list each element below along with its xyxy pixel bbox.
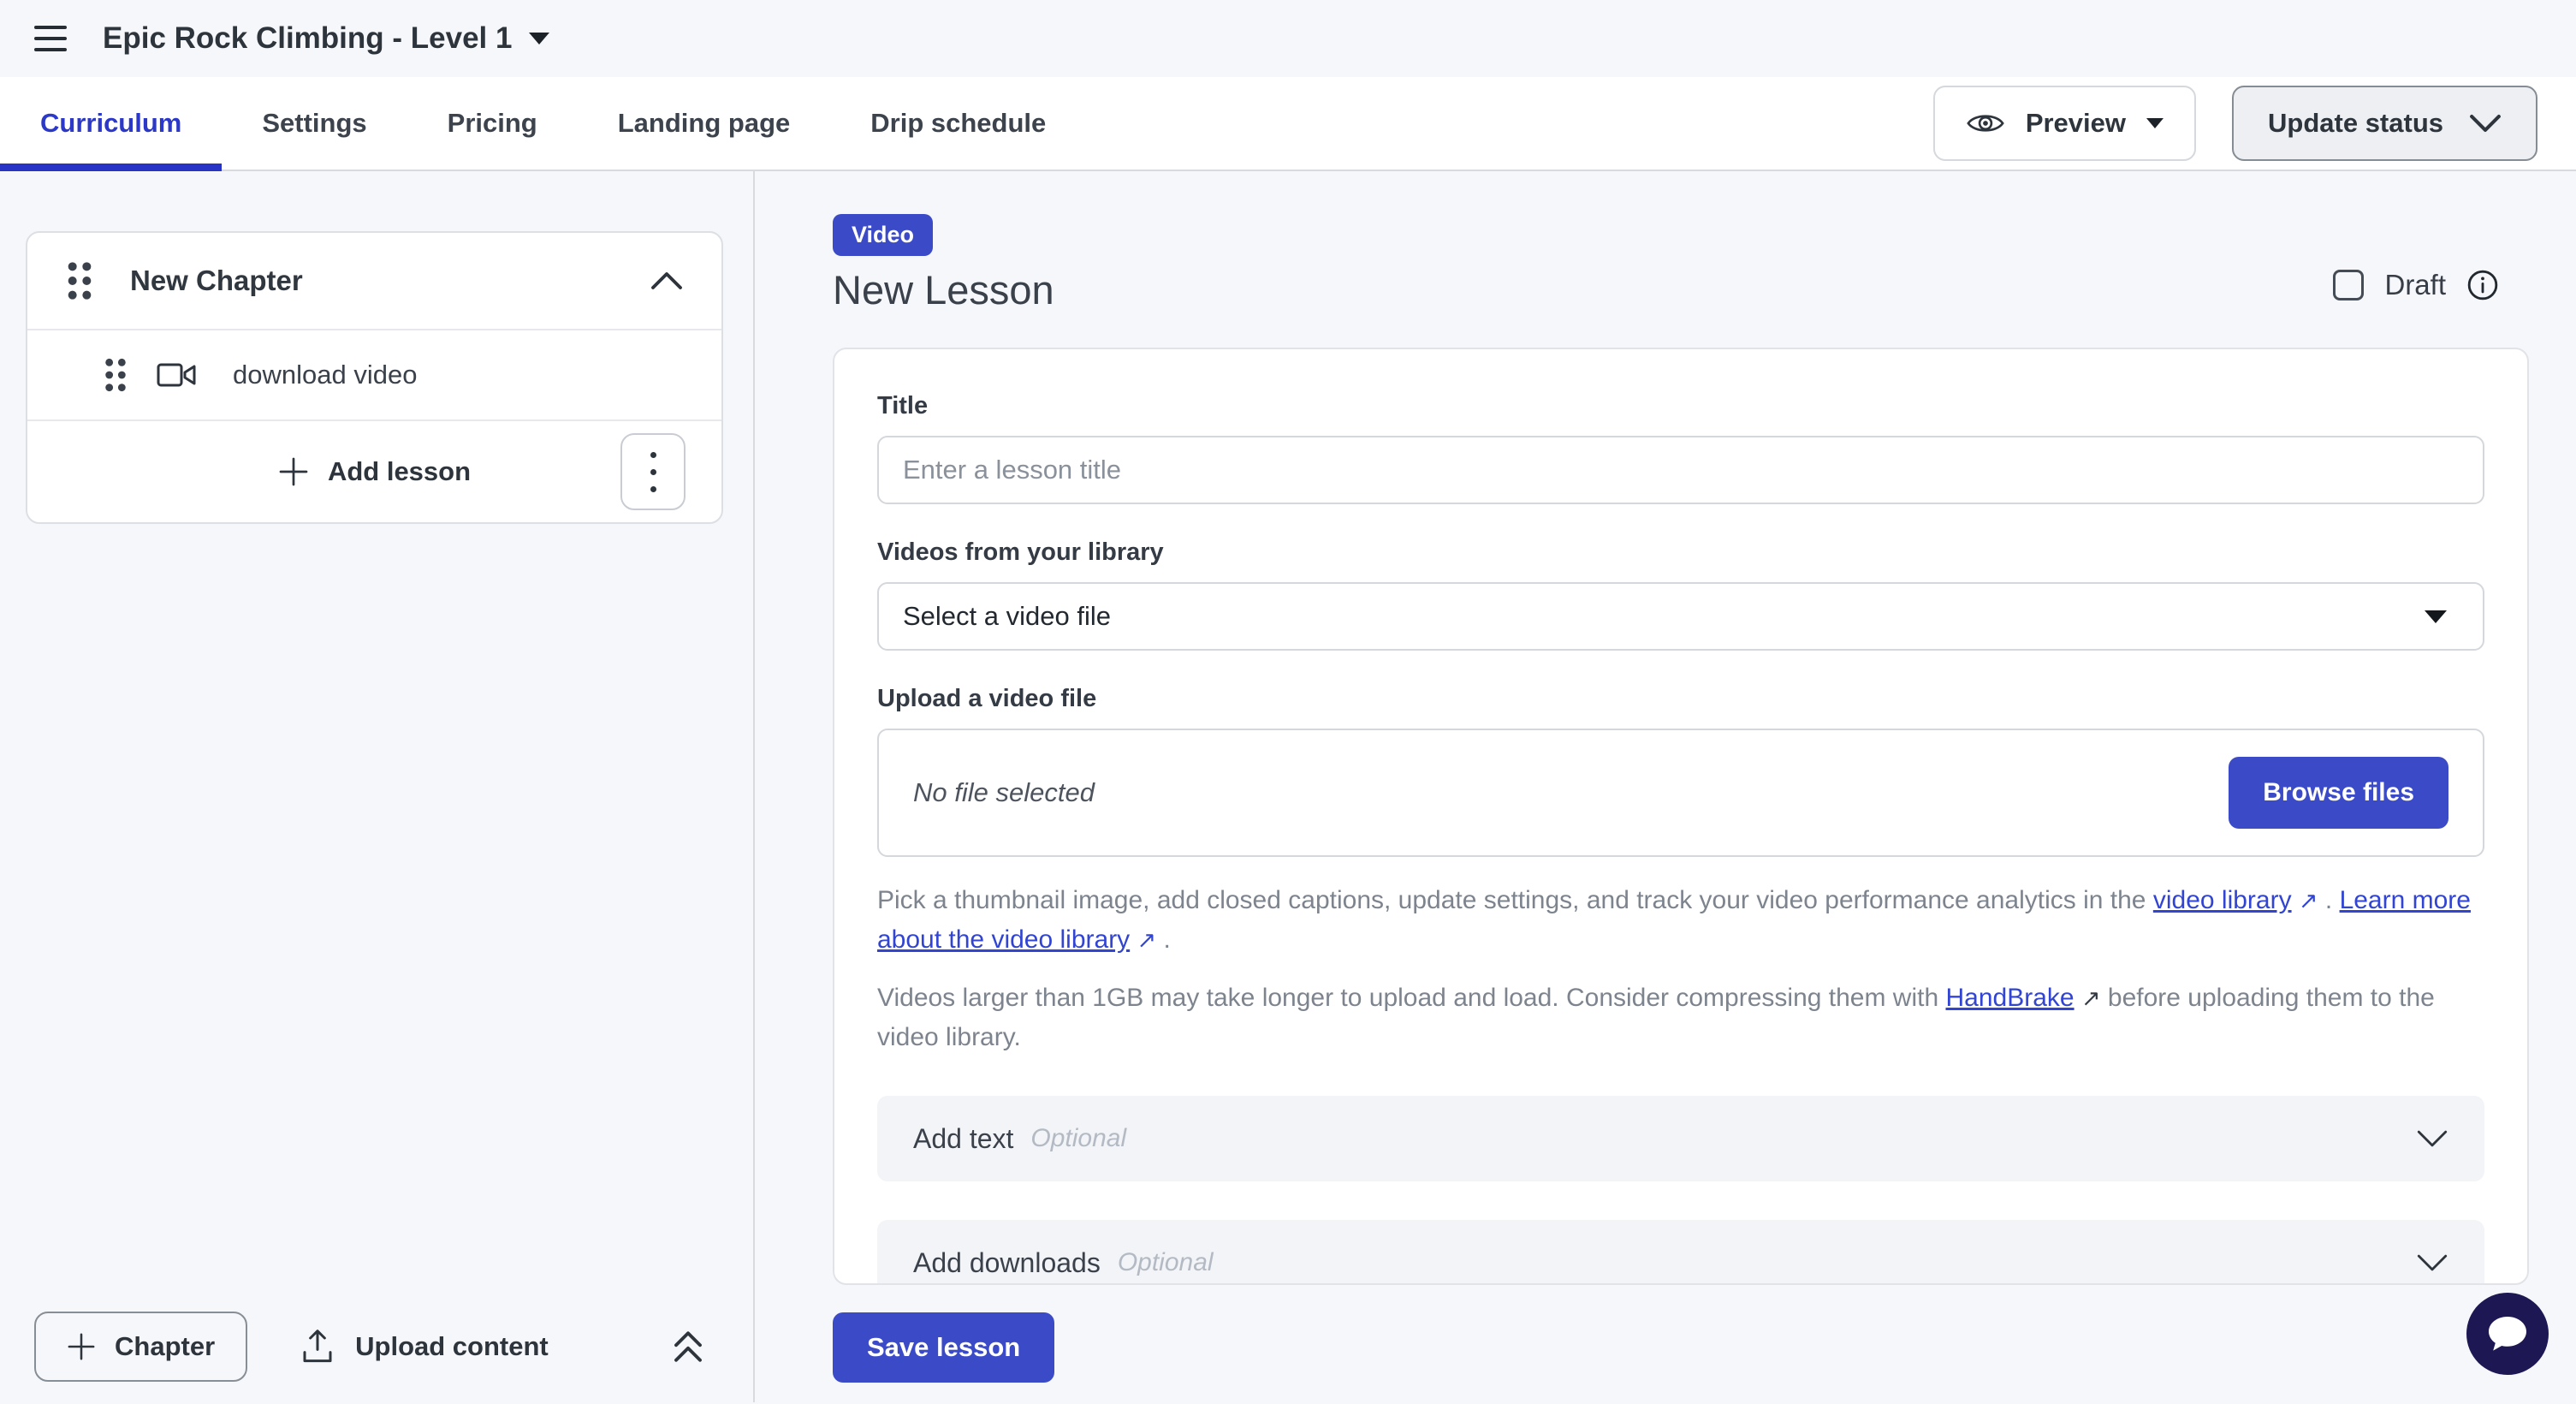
collapse-all-button[interactable] [670, 1327, 706, 1366]
update-status-button[interactable]: Update status [2232, 86, 2537, 161]
chapter-title: New Chapter [130, 265, 614, 297]
caret-down-icon [2425, 610, 2447, 623]
optional-label: Optional [1030, 1124, 1126, 1153]
topbar: Epic Rock Climbing - Level 1 [0, 0, 2576, 77]
lesson-type-badge: Video [833, 214, 933, 256]
tab-drip-schedule[interactable]: Drip schedule [830, 77, 1086, 170]
save-lesson-button[interactable]: Save lesson [833, 1312, 1054, 1383]
double-chevron-up-icon [670, 1327, 706, 1366]
add-chapter-button[interactable]: Chapter [34, 1312, 247, 1382]
chevron-up-icon[interactable] [650, 271, 684, 291]
plus-icon [278, 456, 309, 487]
browse-files-button[interactable]: Browse files [2229, 757, 2448, 829]
video-library-select[interactable]: Select a video file [877, 582, 2484, 651]
video-library-help-text: Pick a thumbnail image, add closed capti… [877, 881, 2484, 960]
update-status-label: Update status [2268, 108, 2443, 139]
tab-label: Pricing [448, 108, 537, 139]
tabbar-spacer [1086, 77, 1933, 170]
lesson-editor: Video New Lesson Draft Title [755, 171, 2576, 1402]
course-title-dropdown[interactable]: Epic Rock Climbing - Level 1 [103, 21, 549, 56]
draft-label: Draft [2384, 269, 2446, 301]
optional-label: Optional [1118, 1248, 1214, 1277]
lesson-title-input[interactable] [877, 436, 2484, 504]
content-layout: New Chapter [0, 171, 2576, 1402]
tab-label: Landing page [618, 108, 791, 139]
tab-bar: Curriculum Settings Pricing Landing page… [0, 77, 2576, 171]
caret-down-icon [529, 33, 549, 45]
eye-icon [1966, 110, 2005, 137]
drag-handle-icon[interactable] [65, 259, 94, 302]
tab-label: Settings [262, 108, 366, 139]
drag-handle-icon[interactable] [103, 356, 128, 394]
handbrake-link[interactable]: HandBrake [1946, 984, 2074, 1012]
lesson-item[interactable]: download video [27, 330, 721, 419]
library-field-label: Videos from your library [877, 538, 2484, 567]
video-library-link[interactable]: video library [2153, 886, 2292, 914]
upload-content-button[interactable]: Upload content [300, 1328, 549, 1365]
curriculum-sidebar: New Chapter [0, 171, 755, 1402]
chevron-down-icon [2416, 1253, 2448, 1272]
video-camera-icon [156, 360, 197, 390]
preview-button[interactable]: Preview [1933, 86, 2196, 161]
lesson-title: download video [233, 360, 417, 390]
upload-field-group: Upload a video file No file selected Bro… [877, 685, 2484, 857]
page-title: New Lesson [833, 266, 1054, 313]
chapter-options-button[interactable] [620, 433, 686, 510]
help-text-segment: . [2318, 886, 2340, 914]
lesson-heading-group: Video New Lesson [833, 214, 1054, 313]
caret-down-icon [2146, 118, 2163, 128]
chevron-down-icon [2416, 1129, 2448, 1148]
add-lesson-label: Add lesson [328, 456, 471, 487]
chapter-footer: Add lesson [27, 421, 721, 522]
compression-help-text: Videos larger than 1GB may take longer t… [877, 979, 2484, 1057]
lesson-header: Video New Lesson Draft [833, 214, 2529, 313]
upload-field-label: Upload a video file [877, 685, 2484, 713]
kebab-menu-icon [650, 452, 656, 458]
external-link-icon[interactable]: ↗ [2299, 881, 2318, 920]
external-link-icon[interactable]: ↗ [1137, 920, 1157, 960]
select-value: Select a video file [903, 601, 1111, 632]
tab-settings[interactable]: Settings [222, 77, 407, 170]
library-field-group: Videos from your library Select a video … [877, 538, 2484, 651]
tab-curriculum[interactable]: Curriculum [0, 77, 222, 170]
lesson-form-card: Title Videos from your library Select a … [833, 348, 2529, 1285]
add-text-accordion[interactable]: Add text Optional [877, 1096, 2484, 1181]
tab-label: Drip schedule [870, 108, 1046, 139]
title-field-label: Title [877, 392, 2484, 420]
chat-bubble-icon [2485, 1313, 2530, 1354]
upload-icon [300, 1328, 335, 1365]
help-text-segment: Pick a thumbnail image, add closed capti… [877, 886, 2153, 914]
chat-widget-button[interactable] [2466, 1293, 2549, 1375]
help-text-segment: Videos larger than 1GB may take longer t… [877, 984, 1946, 1012]
add-downloads-label: Add downloads [913, 1247, 1101, 1279]
chapter-card: New Chapter [26, 231, 723, 524]
help-text-segment: . [1156, 925, 1171, 954]
chapter-header[interactable]: New Chapter [27, 233, 721, 329]
chevron-down-icon [2469, 113, 2502, 134]
add-lesson-button[interactable]: Add lesson [278, 456, 471, 487]
info-icon[interactable] [2466, 269, 2499, 301]
draft-checkbox[interactable] [2333, 270, 2364, 300]
draft-toggle-group: Draft [2333, 269, 2499, 301]
hamburger-menu-icon[interactable] [34, 26, 67, 51]
add-downloads-accordion[interactable]: Add downloads Optional [877, 1220, 2484, 1285]
external-link-icon[interactable]: ↗ [2081, 979, 2101, 1018]
add-chapter-label: Chapter [115, 1331, 215, 1362]
preview-label: Preview [2026, 108, 2126, 139]
file-upload-area[interactable]: No file selected Browse files [877, 729, 2484, 857]
tab-landing-page[interactable]: Landing page [578, 77, 831, 170]
upload-content-label: Upload content [355, 1331, 549, 1362]
plus-icon [67, 1332, 96, 1361]
sidebar-footer: Chapter Upload content [34, 1312, 706, 1382]
course-title: Epic Rock Climbing - Level 1 [103, 21, 512, 56]
no-file-text: No file selected [913, 777, 1095, 808]
title-field-group: Title [877, 392, 2484, 504]
add-text-label: Add text [913, 1123, 1013, 1155]
tab-label: Curriculum [40, 108, 181, 139]
tab-pricing[interactable]: Pricing [407, 77, 578, 170]
